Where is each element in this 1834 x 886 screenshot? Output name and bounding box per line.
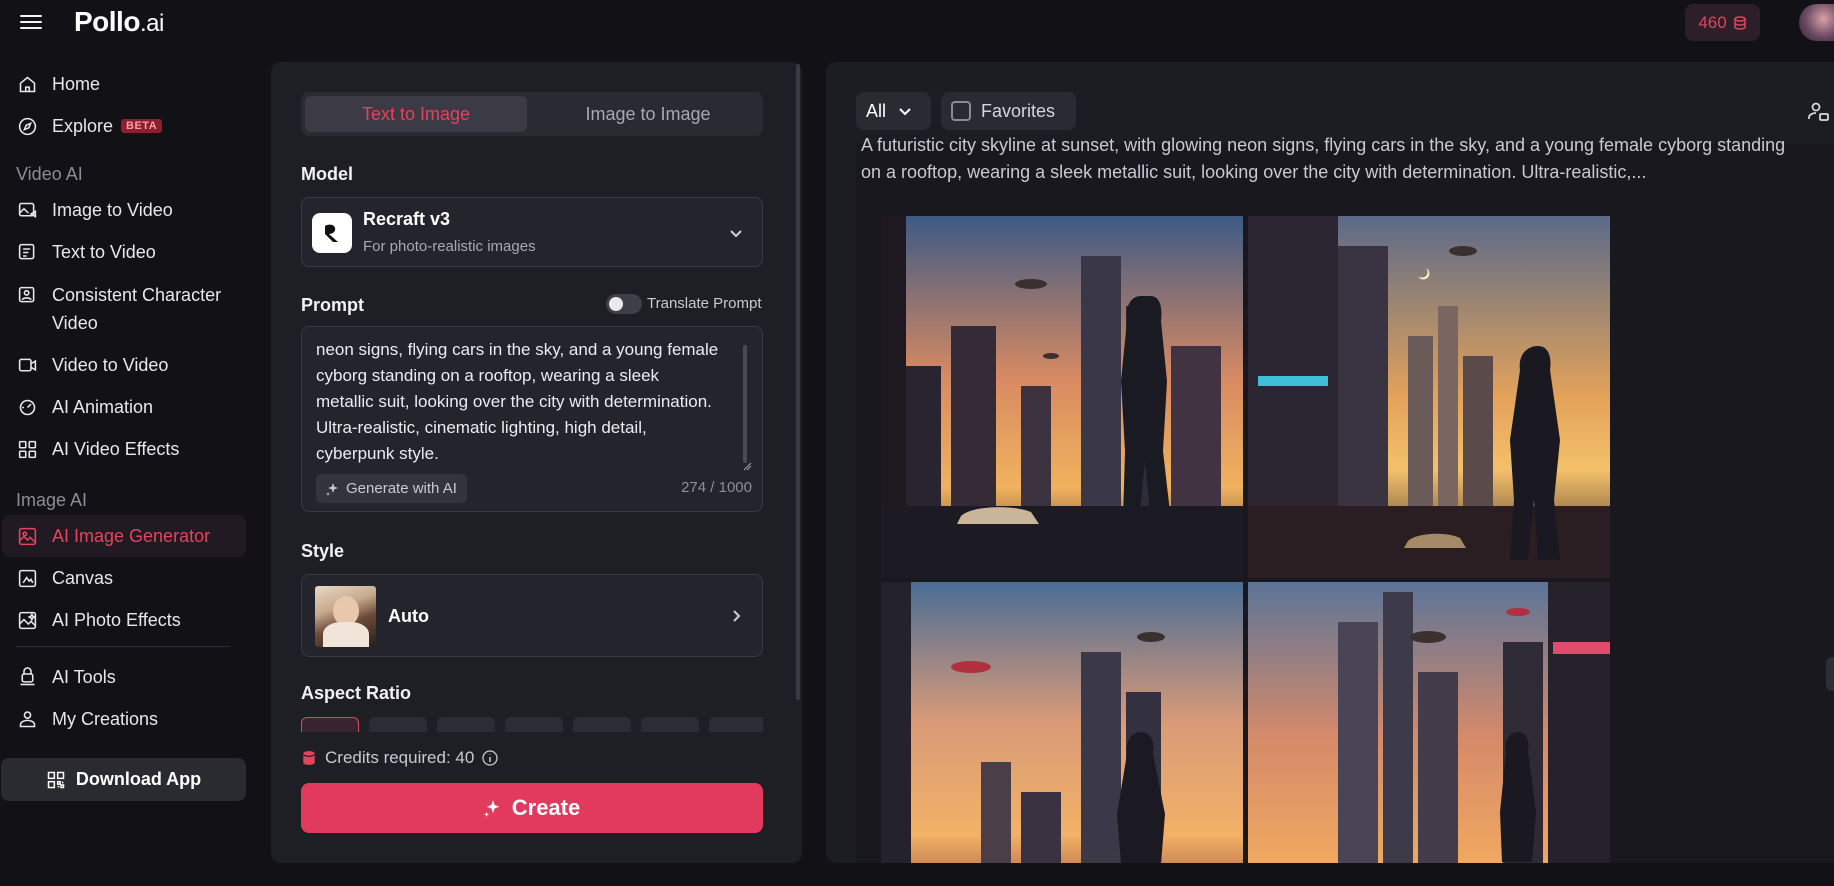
compass-icon <box>18 117 37 135</box>
sidebar-item-explore[interactable]: Explore BETA <box>2 105 246 147</box>
qr-code-icon <box>47 771 65 788</box>
generated-image-2[interactable] <box>1248 216 1610 578</box>
info-icon[interactable] <box>482 750 498 766</box>
credits-badge[interactable]: 460 <box>1685 4 1760 41</box>
animation-icon <box>19 399 36 415</box>
sidebar-item-consistent-character-video[interactable]: Consistent Character Video <box>2 273 246 333</box>
sidebar-item-ai-photo-effects[interactable]: AI Photo Effects <box>2 599 246 641</box>
model-name: Recraft v3 <box>363 209 451 229</box>
user-share-icon[interactable] <box>1806 99 1830 123</box>
sidebar-item-ai-tools[interactable]: AI Tools <box>2 656 246 698</box>
tools-icon <box>20 666 35 685</box>
favorites-checkbox[interactable] <box>951 101 971 121</box>
tab-image-to-image[interactable]: Image to Image <box>537 96 759 132</box>
generation-form-panel: Text to Image Image to Image Model Recra… <box>271 62 802 863</box>
resize-grip-icon[interactable] <box>742 461 752 471</box>
form-scrollbar[interactable] <box>796 64 800 700</box>
create-button[interactable]: Create <box>301 783 763 833</box>
sidebar-item-image-to-video[interactable]: Image to Video <box>2 189 246 231</box>
generate-with-ai-button[interactable]: Generate with AI <box>316 474 467 503</box>
text-video-icon <box>18 243 35 259</box>
results-panel: All Favorites A futuristic city skyline … <box>826 62 1834 863</box>
image-video-icon <box>18 202 37 218</box>
creations-icon <box>19 710 36 727</box>
sidebar-item-ai-animation[interactable]: AI Animation <box>2 386 246 428</box>
panel-side-handle[interactable] <box>1826 657 1834 691</box>
sidebar-item-ai-video-effects[interactable]: AI Video Effects <box>2 428 246 470</box>
prompt-textarea[interactable]: neon signs, flying cars in the sky, and … <box>301 326 763 512</box>
style-select[interactable]: Auto <box>301 574 763 657</box>
aspect-ratio-option[interactable] <box>505 717 563 732</box>
chevron-down-icon <box>899 108 911 116</box>
credits-count: 460 <box>1698 12 1727 32</box>
photo-effects-icon <box>18 611 37 629</box>
translate-prompt-label: Translate Prompt <box>647 295 762 312</box>
download-app-button[interactable]: Download App <box>1 758 246 801</box>
translate-prompt-toggle[interactable] <box>606 294 642 314</box>
style-value: Auto <box>388 606 429 626</box>
character-video-icon <box>18 286 35 303</box>
aspect-ratio-option[interactable] <box>709 717 763 732</box>
aspect-ratio-option[interactable] <box>573 717 631 732</box>
effects-grid-icon <box>18 440 37 458</box>
user-avatar[interactable] <box>1799 4 1834 41</box>
sparkle-icon <box>326 482 338 496</box>
image-generator-icon <box>18 527 37 545</box>
prompt-label: Prompt <box>301 295 364 315</box>
top-bar: Pollo.ai 460 <box>0 0 1834 52</box>
sidebar-item-home[interactable]: Home <box>2 63 246 105</box>
tab-text-to-image[interactable]: Text to Image <box>305 96 527 132</box>
favorites-filter[interactable]: Favorites <box>941 92 1076 130</box>
generated-image-1[interactable] <box>881 216 1243 578</box>
aspect-ratio-option[interactable] <box>641 717 699 732</box>
sidebar: Home Explore BETA Video AI Image to Vide… <box>0 52 250 886</box>
coin-stack-icon <box>1733 15 1746 30</box>
home-icon <box>19 75 36 92</box>
sidebar-item-ai-image-generator[interactable]: AI Image Generator <box>2 515 246 557</box>
sidebar-item-my-creations[interactable]: My Creations <box>2 698 246 740</box>
chevron-down-icon <box>730 230 742 238</box>
beta-badge: BETA <box>121 119 163 133</box>
result-prompt-text: A futuristic city skyline at sunset, wit… <box>861 135 1786 182</box>
aspect-ratio-option[interactable] <box>437 717 495 732</box>
coin-stack-icon <box>303 751 315 765</box>
generated-image-4[interactable] <box>1248 582 1610 863</box>
model-select[interactable]: Recraft v3 For photo-realistic images <box>301 197 763 267</box>
filter-select[interactable]: All <box>856 92 931 130</box>
aspect-ratio-options <box>301 717 763 732</box>
video-video-icon <box>18 358 37 372</box>
sidebar-item-video-to-video[interactable]: Video to Video <box>2 344 246 386</box>
generated-image-3[interactable] <box>881 582 1243 863</box>
character-count: 274 / 1000 <box>681 479 752 496</box>
sidebar-item-text-to-video[interactable]: Text to Video <box>2 231 246 273</box>
chevron-right-icon <box>733 610 741 622</box>
style-label: Style <box>301 541 345 561</box>
credits-required: Credits required: 40 <box>301 748 498 768</box>
model-label: Model <box>301 164 353 184</box>
sparkle-icon <box>483 800 500 817</box>
aspect-ratio-option[interactable] <box>369 717 427 732</box>
prompt-text[interactable]: neon signs, flying cars in the sky, and … <box>316 327 721 467</box>
style-thumbnail <box>315 586 376 647</box>
brand-logo[interactable]: Pollo.ai <box>74 6 164 38</box>
sidebar-item-canvas[interactable]: Canvas <box>2 557 246 599</box>
prompt-scrollbar[interactable] <box>743 345 747 463</box>
sidebar-divider <box>16 646 230 647</box>
recraft-logo-icon <box>312 213 352 253</box>
hamburger-icon[interactable] <box>20 12 42 34</box>
model-description: For photo-realistic images <box>363 238 536 255</box>
section-label-image-ai: Image AI <box>16 490 88 510</box>
mode-tabs: Text to Image Image to Image <box>301 92 763 136</box>
canvas-icon <box>18 569 37 587</box>
aspect-ratio-label: Aspect Ratio <box>301 683 412 703</box>
aspect-ratio-option[interactable] <box>301 717 359 732</box>
section-label-video-ai: Video AI <box>16 164 83 184</box>
